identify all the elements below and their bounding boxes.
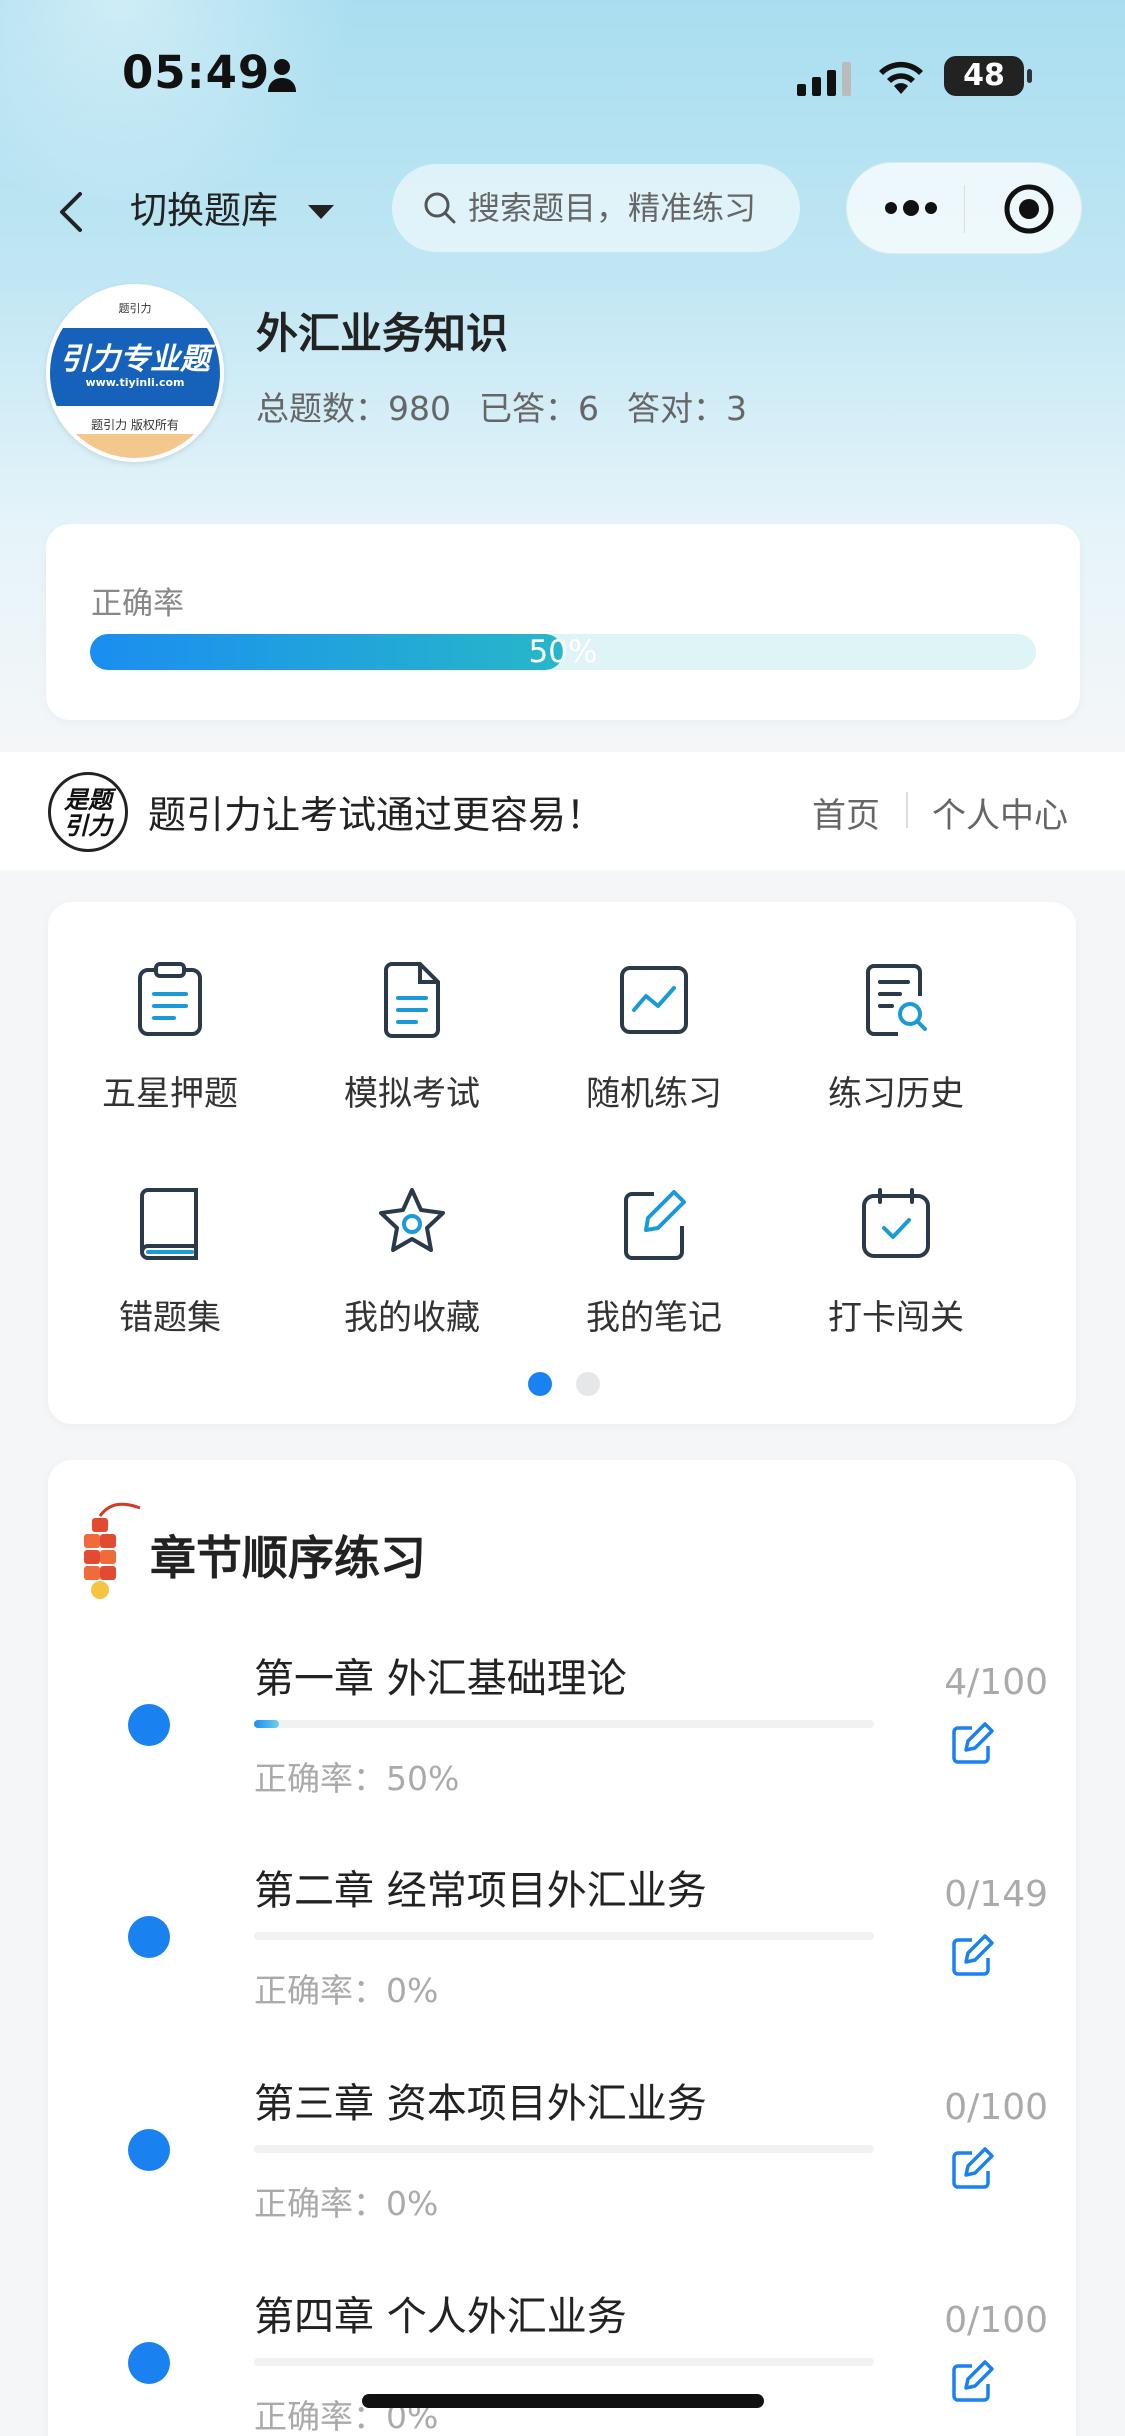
pager-dot-active[interactable]: [528, 1372, 552, 1396]
brand-mascot-logo: 是题 引力: [48, 772, 128, 852]
status-time: 05:49: [122, 46, 271, 99]
chapter-bullet: [128, 1916, 170, 1958]
slogan-text: 题引力让考试通过更容易！: [148, 793, 605, 837]
chapter-accuracy: 正确率：0%: [254, 1971, 439, 2010]
chapter-row[interactable]: 第二章 经常项目外汇业务 正确率：0% 0/149: [48, 1832, 1076, 2032]
history-search-icon: [866, 964, 927, 1036]
note-edit-icon: [624, 1190, 686, 1260]
chapter-progress-bar: [254, 1932, 874, 1940]
clipboard-icon: [138, 962, 202, 1036]
edit-icon[interactable]: [948, 1932, 996, 1980]
search-box[interactable]: [392, 164, 800, 252]
chapters-section: 章节顺序练习 第一章 外汇基础理论 正确率：50% 4/100 第二章 经常项目…: [48, 1460, 1076, 2436]
back-arrow-icon[interactable]: [50, 182, 90, 242]
personal-center-link[interactable]: 个人中心: [932, 788, 1068, 837]
answered-count: 已答：6: [479, 389, 599, 428]
switch-bank-button[interactable]: 切换题库: [130, 184, 278, 238]
home-link[interactable]: 首页: [812, 788, 880, 837]
chapter-count: 0/149: [944, 1874, 1048, 1915]
edit-icon[interactable]: [948, 2145, 996, 2193]
chapter-count: 4/100: [944, 1662, 1048, 1703]
chapter-accuracy: 正确率：50%: [254, 1759, 460, 1798]
tool-my-favorites[interactable]: 我的收藏: [292, 1126, 532, 1338]
accuracy-value: 50%: [528, 634, 598, 670]
calendar-check-icon: [862, 1188, 930, 1258]
tool-wrong-questions[interactable]: 错题集: [50, 1126, 290, 1338]
accuracy-card: 正确率 50%: [46, 524, 1080, 720]
star-icon: [379, 1188, 445, 1252]
tools-grid: 五星押题 模拟考试 随机练习 练习历史 错题集 我的收藏 我的笔记 打卡闯关: [48, 902, 1076, 1424]
tool-my-notes[interactable]: 我的笔记: [534, 1126, 774, 1338]
bank-stats: 总题数：980 已答：6 答对：3: [256, 382, 775, 430]
chapter-name: 第一章 外汇基础理论: [254, 1656, 627, 1702]
pager-dot[interactable]: [576, 1372, 600, 1396]
question-bank-header: 题引力 引力专业题 www.tiyinli.com 题引力 版权所有 外汇业务知…: [0, 280, 1125, 480]
accuracy-progress-bar: 50%: [90, 634, 1036, 670]
chapter-bullet: [128, 1704, 170, 1746]
total-count: 总题数：980: [256, 389, 451, 428]
chapter-progress-bar: [254, 2145, 874, 2153]
chapter-bullet: [128, 2129, 170, 2171]
status-bar: 05:49 48: [0, 0, 1125, 150]
edit-icon[interactable]: [948, 2358, 996, 2406]
person-icon: [268, 59, 296, 92]
more-options-icon[interactable]: [881, 193, 941, 223]
caret-down-icon[interactable]: [308, 205, 334, 219]
slogan-banner: 是题 引力 题引力让考试通过更容易！ 首页 个人中心: [0, 752, 1125, 870]
search-input[interactable]: [468, 178, 788, 238]
tool-practice-history[interactable]: 练习历史: [776, 902, 1016, 1114]
mini-program-capsule: [846, 162, 1082, 254]
close-target-icon[interactable]: [1003, 183, 1055, 235]
chapter-accuracy: 正确率：0%: [254, 2184, 439, 2223]
document-icon: [384, 962, 440, 1038]
search-icon: [424, 192, 456, 224]
chapter-name: 第三章 资本项目外汇业务: [254, 2081, 707, 2127]
chapter-row[interactable]: 第一章 外汇基础理论 正确率：50% 4/100: [48, 1620, 1076, 1820]
chapter-progress-bar: [254, 1720, 874, 1728]
book-icon: [140, 1188, 198, 1260]
chapter-name: 第二章 经常项目外汇业务: [254, 1868, 707, 1914]
home-indicator[interactable]: [362, 2394, 764, 2408]
nav-bar: 切换题库: [0, 160, 1125, 260]
battery-indicator: 48: [944, 56, 1032, 96]
chapter-progress-bar: [254, 2358, 874, 2366]
tool-five-star[interactable]: 五星押题: [50, 902, 290, 1114]
chapter-row[interactable]: 第四章 个人外汇业务 正确率：0% 0/100: [48, 2258, 1076, 2436]
chapter-name: 第四章 个人外汇业务: [254, 2294, 627, 2340]
tool-random-practice[interactable]: 随机练习: [534, 902, 774, 1114]
trend-chart-icon: [620, 966, 688, 1034]
bank-title: 外汇业务知识: [256, 309, 509, 358]
chapter-progress-fill: [254, 1720, 279, 1728]
accuracy-label: 正确率: [91, 586, 184, 622]
chapter-row[interactable]: 第三章 资本项目外汇业务 正确率：0% 0/100: [48, 2045, 1076, 2245]
firecracker-icon: [84, 1502, 141, 1599]
chapter-bullet: [128, 2342, 170, 2384]
chapter-count: 0/100: [944, 2087, 1048, 2128]
tool-mock-exam[interactable]: 模拟考试: [292, 902, 532, 1114]
section-title: 章节顺序练习: [150, 1531, 426, 1585]
wifi-icon: [879, 61, 923, 94]
signal-icon: [797, 62, 851, 96]
bank-logo: 题引力 引力专业题 www.tiyinli.com 题引力 版权所有: [46, 284, 224, 462]
pager-dots: [528, 1372, 608, 1396]
tool-check-in[interactable]: 打卡闯关: [776, 1126, 1016, 1338]
edit-icon[interactable]: [948, 1720, 996, 1768]
correct-count: 答对：3: [627, 389, 747, 428]
chapter-count: 0/100: [944, 2300, 1048, 2341]
